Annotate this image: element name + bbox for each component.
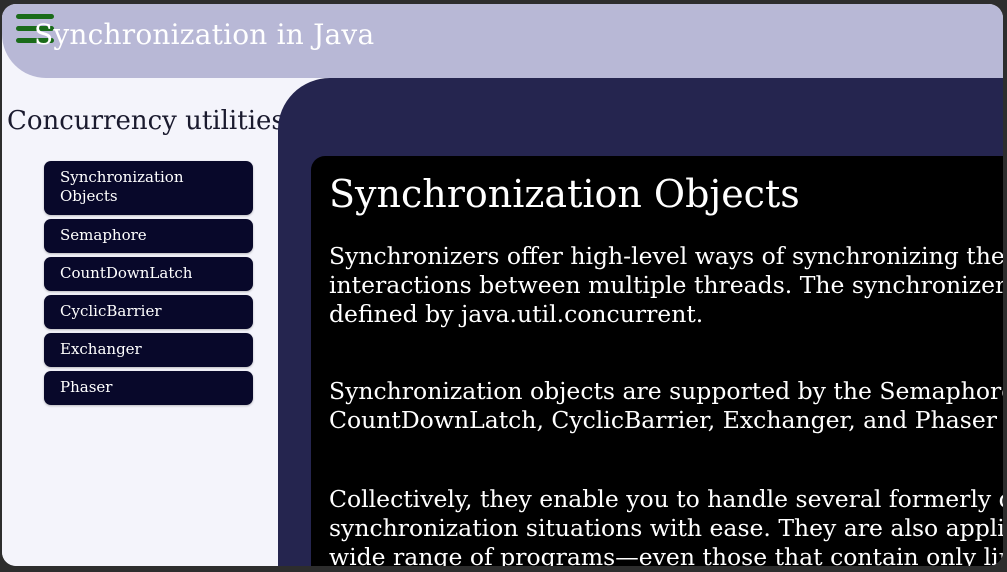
sidebar-item-synchronization-objects[interactable]: Synchronization Objects [44,161,253,215]
app-window: Synchronization in Java Concurrency util… [2,4,1003,566]
app-title: Synchronization in Java [34,18,375,51]
sidebar-item-phaser[interactable]: Phaser [44,371,253,405]
sidebar-item-semaphore[interactable]: Semaphore [44,219,253,253]
content-paragraph-3: Collectively, they enable you to handle … [329,485,1003,566]
sidebar-nav: Synchronization Objects Semaphore CountD… [44,161,253,409]
content-paragraph-1: Synchronizers offer high-level ways of s… [329,242,1003,328]
content-paragraph-2: Synchronization objects are supported by… [329,377,1003,434]
sidebar-item-exchanger[interactable]: Exchanger [44,333,253,367]
sidebar-item-countdownlatch[interactable]: CountDownLatch [44,257,253,291]
content-heading: Synchronization Objects [329,172,800,216]
sidebar: Concurrency utilities Synchronization Ob… [2,78,285,566]
app-header: Synchronization in Java [2,4,1003,78]
content-card: Synchronization Objects Synchronizers of… [311,156,1003,566]
sidebar-item-cyclicbarrier[interactable]: CyclicBarrier [44,295,253,329]
content-area: Synchronization Objects Synchronizers of… [278,78,1003,566]
sidebar-title: Concurrency utilities [7,106,285,136]
